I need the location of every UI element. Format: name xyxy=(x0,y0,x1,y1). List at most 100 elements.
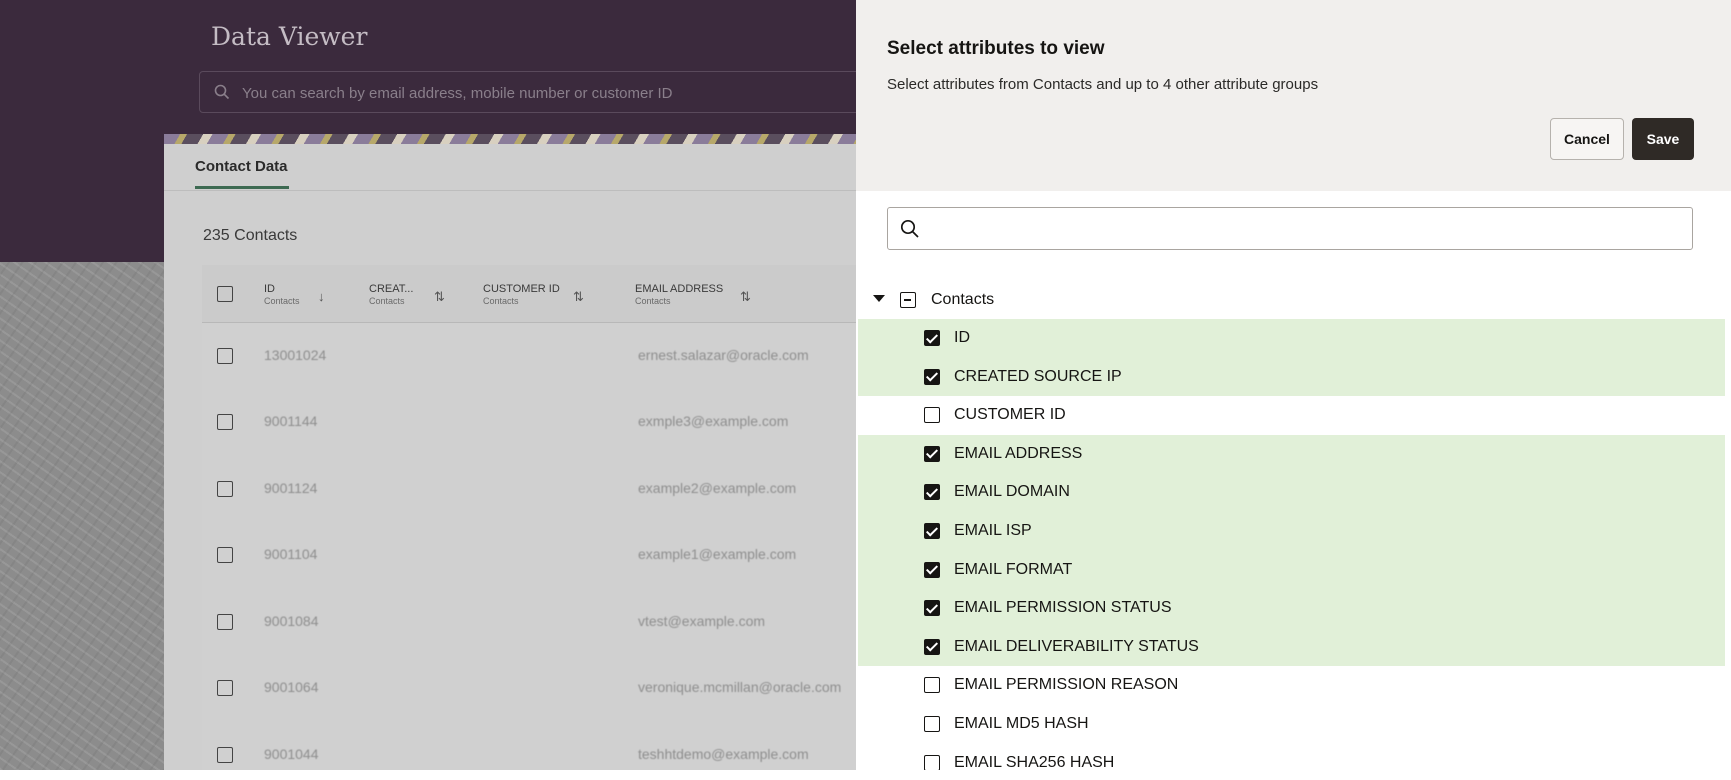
checkbox-checked[interactable] xyxy=(924,368,940,385)
attribute-row[interactable]: EMAIL SHA256 HASH xyxy=(858,744,1725,770)
attribute-row[interactable]: EMAIL FORMAT xyxy=(858,550,1725,590)
table-row[interactable]: 9001124 example2@example.com xyxy=(202,456,856,522)
sort-icon[interactable]: ⇅ xyxy=(573,289,584,305)
checkbox-checked[interactable] xyxy=(924,330,940,346)
cell-email: teshhtdemo@example.com xyxy=(638,746,809,762)
attribute-label: ID xyxy=(954,329,970,346)
contacts-table: ID Contacts ↓ CREAT... Contacts ⇅ CUSTOM… xyxy=(202,265,856,770)
attribute-row[interactable]: EMAIL PERMISSION REASON xyxy=(858,666,1725,705)
column-header-id[interactable]: ID Contacts xyxy=(264,283,300,306)
column-group: Contacts xyxy=(635,296,671,306)
cell-email: ernest.salazar@oracle.com xyxy=(638,347,809,363)
checkbox-unchecked[interactable] xyxy=(924,677,940,694)
table-row[interactable]: 9001084 vtest@example.com xyxy=(202,589,856,655)
select-attributes-drawer: Select attributes to view Select attribu… xyxy=(856,0,1731,770)
save-button[interactable]: Save xyxy=(1632,118,1694,160)
row-checkbox[interactable] xyxy=(217,747,233,763)
cell-id: 9001104 xyxy=(264,546,318,562)
attribute-row[interactable]: EMAIL DOMAIN xyxy=(858,473,1725,512)
checkbox-checked[interactable] xyxy=(924,445,940,462)
background-page: Data Viewer You can search by email addr… xyxy=(0,0,856,770)
attribute-search-input[interactable] xyxy=(932,216,1672,242)
cell-id: 9001124 xyxy=(264,480,318,496)
row-checkbox[interactable] xyxy=(217,614,233,630)
row-checkbox[interactable] xyxy=(217,414,233,430)
caret-down-icon[interactable] xyxy=(873,295,885,302)
table-row[interactable]: 9001104 example1@example.com xyxy=(202,522,856,588)
row-checkbox[interactable] xyxy=(217,680,233,696)
cell-email: veronique.mcmillan@oracle.com xyxy=(638,679,842,695)
drawer-header: Select attributes to view Select attribu… xyxy=(856,0,1731,191)
tab-contact-data[interactable]: Contact Data xyxy=(195,158,288,175)
cell-email: example2@example.com xyxy=(638,480,797,496)
sort-icon[interactable]: ⇅ xyxy=(434,289,445,305)
row-checkbox[interactable] xyxy=(217,348,233,364)
cell-id: 13001024 xyxy=(264,347,327,363)
checkbox-checked[interactable] xyxy=(924,561,940,578)
table-row[interactable]: 13001024 ernest.salazar@oracle.com xyxy=(202,323,856,389)
attribute-label: EMAIL ADDRESS xyxy=(954,444,1083,462)
group-label: Contacts xyxy=(931,291,995,308)
sort-descending-icon[interactable]: ↓ xyxy=(318,289,325,304)
select-all-checkbox[interactable] xyxy=(217,286,233,302)
search-icon xyxy=(214,84,230,105)
attribute-label: EMAIL SHA256 HASH xyxy=(954,753,1115,770)
tab-divider xyxy=(164,190,856,191)
column-title: CREAT... xyxy=(369,283,414,295)
attribute-label: EMAIL DOMAIN xyxy=(954,483,1070,501)
checkbox-unchecked[interactable] xyxy=(924,716,940,732)
table-header: ID Contacts ↓ CREAT... Contacts ⇅ CUSTOM… xyxy=(202,265,856,323)
attribute-group-contacts[interactable]: Contacts xyxy=(856,282,1731,318)
attribute-label: EMAIL FORMAT xyxy=(954,560,1073,578)
column-group: Contacts xyxy=(264,296,300,306)
background-pattern xyxy=(0,262,165,770)
active-tab-indicator xyxy=(195,186,289,189)
cancel-button[interactable]: Cancel xyxy=(1550,118,1624,160)
attribute-label: CUSTOMER ID xyxy=(954,406,1066,424)
cell-email: vtest@example.com xyxy=(638,613,766,629)
checkbox-checked[interactable] xyxy=(924,484,940,501)
attribute-row[interactable]: EMAIL MD5 HASH xyxy=(858,705,1725,744)
card-banner xyxy=(164,134,856,144)
checkbox-checked[interactable] xyxy=(924,523,940,539)
attribute-row[interactable]: EMAIL PERMISSION STATUS xyxy=(858,589,1725,628)
cell-email: example1@example.com xyxy=(638,546,797,562)
column-header-customer-id[interactable]: CUSTOMER ID Contacts xyxy=(483,283,560,306)
attribute-row[interactable]: EMAIL ADDRESS xyxy=(858,434,1725,474)
drawer-subtitle: Select attributes from Contacts and up t… xyxy=(887,76,1319,93)
checkbox-unchecked[interactable] xyxy=(924,407,940,424)
attribute-label: EMAIL ISP xyxy=(954,522,1032,539)
checkbox-checked[interactable] xyxy=(924,600,940,617)
app-title: Data Viewer xyxy=(211,22,368,51)
attribute-label: CREATED SOURCE IP xyxy=(954,367,1122,385)
attribute-row[interactable]: ID xyxy=(858,319,1725,358)
column-group: Contacts xyxy=(369,296,405,306)
checkbox-checked[interactable] xyxy=(924,638,940,655)
checkbox-unchecked[interactable] xyxy=(924,754,940,770)
attribute-row[interactable]: EMAIL DELIVERABILITY STATUS xyxy=(858,627,1725,667)
cell-id: 9001064 xyxy=(264,679,319,695)
row-checkbox[interactable] xyxy=(217,547,233,563)
table-row[interactable]: 9001044 teshhtdemo@example.com xyxy=(202,722,856,770)
global-search-bar[interactable]: You can search by email address, mobile … xyxy=(199,71,856,113)
table-row[interactable]: 9001144 exmple3@example.com xyxy=(202,389,856,455)
table-row[interactable]: 9001064 veronique.mcmillan@oracle.com xyxy=(202,655,856,721)
attribute-row[interactable]: CUSTOMER ID xyxy=(858,396,1725,435)
column-header-email-address[interactable]: EMAIL ADDRESS Contacts xyxy=(635,283,723,306)
attribute-search-field[interactable] xyxy=(887,207,1693,250)
attribute-row[interactable]: CREATED SOURCE IP xyxy=(858,357,1725,397)
group-partial-checkbox[interactable] xyxy=(900,292,916,308)
global-search-placeholder: You can search by email address, mobile … xyxy=(242,85,673,102)
drawer-title: Select attributes to view xyxy=(887,38,1105,59)
attribute-row[interactable]: EMAIL ISP xyxy=(858,512,1725,551)
row-checkbox[interactable] xyxy=(217,481,233,497)
column-title: ID xyxy=(264,283,275,295)
sort-icon[interactable]: ⇅ xyxy=(740,289,751,305)
cell-email: exmple3@example.com xyxy=(638,413,789,429)
column-title: EMAIL ADDRESS xyxy=(635,283,724,295)
column-header-created[interactable]: CREAT... Contacts xyxy=(369,283,413,306)
column-title: CUSTOMER ID xyxy=(483,283,560,295)
attribute-label: EMAIL MD5 HASH xyxy=(954,715,1089,732)
attribute-label: EMAIL DELIVERABILITY STATUS xyxy=(954,637,1199,655)
cell-id: 9001144 xyxy=(264,413,318,429)
